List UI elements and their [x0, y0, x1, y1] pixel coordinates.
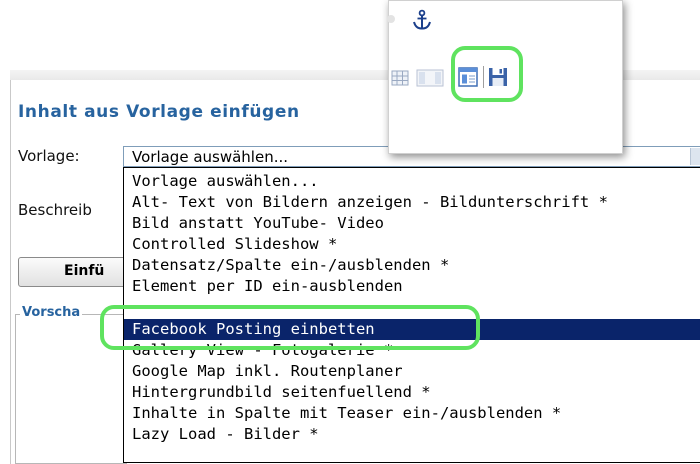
dropdown-option[interactable]: Datensatz/Spalte ein-/ausblenden *	[124, 255, 700, 276]
insert-button-label: Einfü	[64, 263, 105, 279]
dropdown-option[interactable]: Inhalte in Spalte mit Teaser ein-/ausble…	[124, 403, 700, 424]
anchor-icon[interactable]	[411, 9, 433, 31]
dropdown-option[interactable]: Vorlage auswählen...	[124, 171, 700, 192]
dropdown-option[interactable]: Element per ID ein-ausblenden	[124, 276, 700, 297]
dropdown-option[interactable]: Lazy Load - Bilder *	[124, 424, 700, 445]
select-arrow-icon[interactable]	[690, 148, 700, 165]
dropdown-option[interactable]: Bild anstatt YouTube- Video	[124, 213, 700, 234]
highlight-ring-option	[100, 305, 480, 350]
template-select-value: Vorlage auswählen...	[132, 148, 289, 166]
radio-stub-icon	[387, 15, 395, 23]
table-icon[interactable]	[391, 69, 409, 87]
vorlage-label: Vorlage:	[18, 147, 80, 165]
highlight-ring-toolbar	[451, 46, 523, 102]
dropdown-option[interactable]: Google Map inkl. Routenplaner	[124, 361, 700, 382]
dropdown-option[interactable]: Hintergrundbild seitenfuellend *	[124, 382, 700, 403]
columns-icon[interactable]	[416, 68, 444, 88]
beschreibung-label: Beschreib	[18, 201, 92, 219]
insert-button[interactable]: Einfü	[18, 257, 128, 287]
dialog-title: Inhalt aus Vorlage einfügen	[18, 102, 300, 122]
dropdown-option[interactable]: Controlled Slideshow *	[124, 234, 700, 255]
dropdown-option[interactable]: Alt- Text von Bildern anzeigen - Bildunt…	[124, 192, 700, 213]
preview-legend: Vorscha	[20, 305, 83, 320]
